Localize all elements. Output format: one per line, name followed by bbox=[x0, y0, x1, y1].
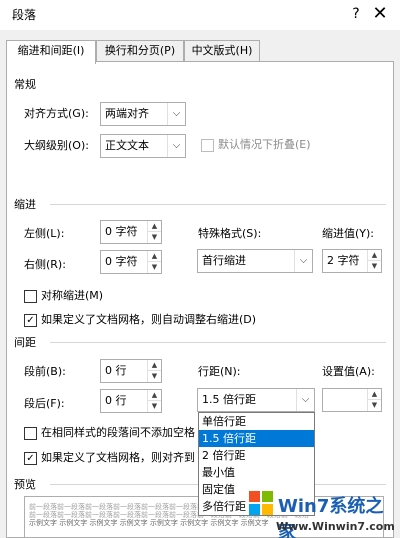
left-indent-label: 左侧(L): bbox=[24, 227, 65, 240]
spin-down-icon[interactable]: ▼ bbox=[148, 371, 161, 382]
spacing-at-label: 设置值(A): bbox=[322, 365, 375, 378]
no-space-checkbox[interactable] bbox=[24, 427, 37, 440]
tab-line-page-breaks[interactable]: 换行和分页(P) bbox=[96, 40, 184, 62]
preview-heading: 预览 bbox=[14, 478, 36, 491]
chevron-down-icon: ⌵ bbox=[294, 250, 312, 272]
space-before-value: 0 行 bbox=[105, 364, 127, 377]
spin-up-icon[interactable]: ▲ bbox=[148, 360, 161, 371]
space-after-label: 段后(F): bbox=[24, 397, 65, 410]
space-before-label: 段前(B): bbox=[24, 365, 66, 378]
left-indent-value: 0 字符 bbox=[105, 225, 138, 238]
special-indent-value: 首行缩进 bbox=[202, 254, 246, 267]
spin-down-icon[interactable]: ▼ bbox=[368, 400, 381, 411]
spin-up-icon[interactable]: ▲ bbox=[148, 390, 161, 401]
collapse-checkbox[interactable] bbox=[201, 139, 214, 152]
windows-logo-icon bbox=[249, 491, 273, 515]
indent-by-stepper[interactable]: 2 字符 ▲ ▼ bbox=[322, 249, 382, 273]
spin-down-icon[interactable]: ▼ bbox=[148, 232, 161, 243]
title-bar: 段落 ? ✕ bbox=[0, 0, 400, 30]
spin-down-icon[interactable]: ▼ bbox=[148, 401, 161, 412]
space-after-stepper[interactable]: 0 行 ▲ ▼ bbox=[100, 389, 162, 413]
spacing-divider bbox=[50, 342, 386, 343]
spin-up-icon[interactable]: ▲ bbox=[368, 250, 381, 261]
help-button[interactable]: ? bbox=[346, 4, 366, 24]
indent-by-label: 缩进值(Y): bbox=[322, 227, 375, 240]
line-spacing-select[interactable]: 1.5 倍行距 ⌵ bbox=[197, 388, 315, 412]
no-space-label: 在相同样式的段落间不添加空格 bbox=[41, 426, 195, 439]
close-button[interactable]: ✕ bbox=[368, 3, 392, 25]
tab-indent-spacing[interactable]: 缩进和间距(I) bbox=[6, 40, 96, 64]
alignment-label: 对齐方式(G): bbox=[24, 107, 89, 120]
line-spacing-option[interactable]: 2 倍行距 bbox=[199, 447, 314, 464]
right-indent-value: 0 字符 bbox=[105, 255, 138, 268]
indent-divider bbox=[50, 204, 386, 205]
chevron-down-icon: ⌵ bbox=[167, 103, 185, 125]
line-spacing-option[interactable]: 单倍行距 bbox=[199, 413, 314, 430]
line-spacing-label: 行距(N): bbox=[198, 365, 241, 378]
spin-down-icon[interactable]: ▼ bbox=[368, 261, 381, 272]
special-indent-select[interactable]: 首行缩进 ⌵ bbox=[197, 249, 313, 273]
window-title: 段落 bbox=[12, 8, 37, 22]
line-spacing-option[interactable]: 最小值 bbox=[199, 464, 314, 481]
snap-to-grid-label: 如果定义了文档网格，则对齐到 bbox=[41, 451, 195, 464]
general-heading: 常规 bbox=[14, 78, 36, 91]
spin-up-icon[interactable]: ▲ bbox=[148, 221, 161, 232]
chevron-down-icon: ⌵ bbox=[167, 135, 185, 157]
watermark-site: Www.Winwin7.com bbox=[276, 520, 395, 533]
alignment-value: 两端对齐 bbox=[105, 107, 149, 120]
indent-heading: 缩进 bbox=[14, 198, 36, 211]
watermark: Win7系统之家 Www.Winwin7.com bbox=[248, 486, 398, 538]
indent-by-value: 2 字符 bbox=[327, 254, 360, 267]
line-spacing-value: 1.5 倍行距 bbox=[202, 393, 256, 406]
mirror-indent-checkbox[interactable] bbox=[24, 290, 37, 303]
spin-up-icon[interactable]: ▲ bbox=[368, 389, 381, 400]
spacing-at-stepper[interactable]: ▲ ▼ bbox=[322, 388, 382, 412]
right-indent-label: 右侧(R): bbox=[24, 258, 66, 271]
outline-level-label: 大纲级别(O): bbox=[24, 139, 89, 152]
spin-down-icon[interactable]: ▼ bbox=[148, 262, 161, 273]
chevron-down-icon: ⌵ bbox=[296, 389, 314, 411]
spacing-heading: 间距 bbox=[14, 336, 36, 349]
special-indent-label: 特殊格式(S): bbox=[198, 227, 262, 240]
space-after-value: 0 行 bbox=[105, 394, 127, 407]
space-before-stepper[interactable]: 0 行 ▲ ▼ bbox=[100, 359, 162, 383]
alignment-select[interactable]: 两端对齐 ⌵ bbox=[100, 102, 186, 126]
tab-asian-typography[interactable]: 中文版式(H) bbox=[184, 40, 260, 62]
collapse-label: 默认情况下折叠(E) bbox=[218, 138, 311, 151]
line-spacing-option[interactable]: 1.5 倍行距 bbox=[199, 430, 314, 447]
right-indent-stepper[interactable]: 0 字符 ▲ ▼ bbox=[100, 250, 162, 274]
outline-level-value: 正文文本 bbox=[105, 139, 149, 152]
left-indent-stepper[interactable]: 0 字符 ▲ ▼ bbox=[100, 220, 162, 244]
outline-level-select[interactable]: 正文文本 ⌵ bbox=[100, 134, 186, 158]
mirror-indent-label: 对称缩进(M) bbox=[41, 289, 104, 302]
snap-to-grid-checkbox[interactable]: ✓ bbox=[24, 452, 37, 465]
auto-adjust-label: 如果定义了文档网格，则自动调整右缩进(D) bbox=[41, 313, 257, 326]
auto-adjust-checkbox[interactable]: ✓ bbox=[24, 314, 37, 327]
spin-up-icon[interactable]: ▲ bbox=[148, 251, 161, 262]
